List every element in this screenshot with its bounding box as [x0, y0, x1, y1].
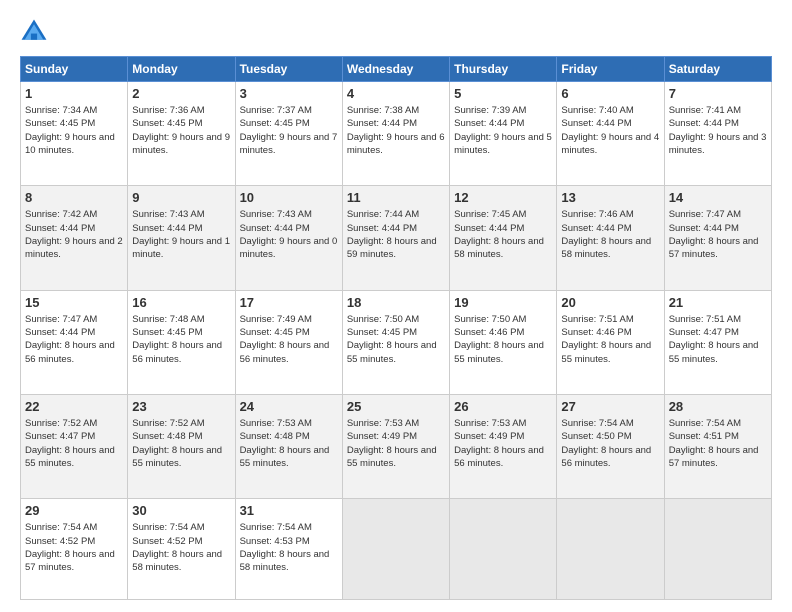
day-number: 20: [561, 294, 659, 312]
calendar-day-29: 29Sunrise: 7:54 AMSunset: 4:52 PMDayligh…: [21, 499, 128, 600]
day-number: 27: [561, 398, 659, 416]
calendar-day-30: 30Sunrise: 7:54 AMSunset: 4:52 PMDayligh…: [128, 499, 235, 600]
calendar-week-2: 8Sunrise: 7:42 AMSunset: 4:44 PMDaylight…: [21, 186, 772, 290]
calendar-day-19: 19Sunrise: 7:50 AMSunset: 4:46 PMDayligh…: [450, 290, 557, 394]
calendar-day-23: 23Sunrise: 7:52 AMSunset: 4:48 PMDayligh…: [128, 394, 235, 498]
calendar-day-24: 24Sunrise: 7:53 AMSunset: 4:48 PMDayligh…: [235, 394, 342, 498]
day-number: 24: [240, 398, 338, 416]
header: [20, 18, 772, 46]
calendar-day-15: 15Sunrise: 7:47 AMSunset: 4:44 PMDayligh…: [21, 290, 128, 394]
calendar-day-17: 17Sunrise: 7:49 AMSunset: 4:45 PMDayligh…: [235, 290, 342, 394]
calendar-week-5: 29Sunrise: 7:54 AMSunset: 4:52 PMDayligh…: [21, 499, 772, 600]
col-header-thursday: Thursday: [450, 57, 557, 82]
calendar-week-4: 22Sunrise: 7:52 AMSunset: 4:47 PMDayligh…: [21, 394, 772, 498]
day-number: 13: [561, 189, 659, 207]
day-number: 19: [454, 294, 552, 312]
day-number: 26: [454, 398, 552, 416]
calendar-day-18: 18Sunrise: 7:50 AMSunset: 4:45 PMDayligh…: [342, 290, 449, 394]
col-header-saturday: Saturday: [664, 57, 771, 82]
calendar-day-25: 25Sunrise: 7:53 AMSunset: 4:49 PMDayligh…: [342, 394, 449, 498]
day-number: 9: [132, 189, 230, 207]
day-number: 14: [669, 189, 767, 207]
calendar-day-6: 6Sunrise: 7:40 AMSunset: 4:44 PMDaylight…: [557, 82, 664, 186]
day-number: 2: [132, 85, 230, 103]
day-number: 11: [347, 189, 445, 207]
day-number: 22: [25, 398, 123, 416]
calendar-day-8: 8Sunrise: 7:42 AMSunset: 4:44 PMDaylight…: [21, 186, 128, 290]
day-number: 29: [25, 502, 123, 520]
day-number: 15: [25, 294, 123, 312]
calendar-day-1: 1Sunrise: 7:34 AMSunset: 4:45 PMDaylight…: [21, 82, 128, 186]
empty-cell: [557, 499, 664, 600]
col-header-friday: Friday: [557, 57, 664, 82]
empty-cell: [664, 499, 771, 600]
calendar-day-16: 16Sunrise: 7:48 AMSunset: 4:45 PMDayligh…: [128, 290, 235, 394]
calendar-day-4: 4Sunrise: 7:38 AMSunset: 4:44 PMDaylight…: [342, 82, 449, 186]
calendar-day-20: 20Sunrise: 7:51 AMSunset: 4:46 PMDayligh…: [557, 290, 664, 394]
calendar-day-5: 5Sunrise: 7:39 AMSunset: 4:44 PMDaylight…: [450, 82, 557, 186]
page: SundayMondayTuesdayWednesdayThursdayFrid…: [0, 0, 792, 612]
col-header-tuesday: Tuesday: [235, 57, 342, 82]
calendar-week-3: 15Sunrise: 7:47 AMSunset: 4:44 PMDayligh…: [21, 290, 772, 394]
calendar-day-3: 3Sunrise: 7:37 AMSunset: 4:45 PMDaylight…: [235, 82, 342, 186]
calendar-header-row: SundayMondayTuesdayWednesdayThursdayFrid…: [21, 57, 772, 82]
day-number: 12: [454, 189, 552, 207]
day-number: 1: [25, 85, 123, 103]
calendar-day-2: 2Sunrise: 7:36 AMSunset: 4:45 PMDaylight…: [128, 82, 235, 186]
day-number: 7: [669, 85, 767, 103]
day-number: 31: [240, 502, 338, 520]
day-number: 21: [669, 294, 767, 312]
calendar-day-11: 11Sunrise: 7:44 AMSunset: 4:44 PMDayligh…: [342, 186, 449, 290]
day-number: 30: [132, 502, 230, 520]
col-header-wednesday: Wednesday: [342, 57, 449, 82]
calendar-day-26: 26Sunrise: 7:53 AMSunset: 4:49 PMDayligh…: [450, 394, 557, 498]
day-number: 16: [132, 294, 230, 312]
empty-cell: [450, 499, 557, 600]
calendar-day-7: 7Sunrise: 7:41 AMSunset: 4:44 PMDaylight…: [664, 82, 771, 186]
calendar-day-22: 22Sunrise: 7:52 AMSunset: 4:47 PMDayligh…: [21, 394, 128, 498]
logo-icon: [20, 18, 48, 46]
day-number: 25: [347, 398, 445, 416]
calendar-day-27: 27Sunrise: 7:54 AMSunset: 4:50 PMDayligh…: [557, 394, 664, 498]
day-number: 6: [561, 85, 659, 103]
day-number: 17: [240, 294, 338, 312]
day-number: 5: [454, 85, 552, 103]
calendar-week-1: 1Sunrise: 7:34 AMSunset: 4:45 PMDaylight…: [21, 82, 772, 186]
calendar-day-12: 12Sunrise: 7:45 AMSunset: 4:44 PMDayligh…: [450, 186, 557, 290]
calendar-day-28: 28Sunrise: 7:54 AMSunset: 4:51 PMDayligh…: [664, 394, 771, 498]
calendar-day-31: 31Sunrise: 7:54 AMSunset: 4:53 PMDayligh…: [235, 499, 342, 600]
day-number: 8: [25, 189, 123, 207]
empty-cell: [342, 499, 449, 600]
calendar-day-10: 10Sunrise: 7:43 AMSunset: 4:44 PMDayligh…: [235, 186, 342, 290]
day-number: 28: [669, 398, 767, 416]
calendar-day-21: 21Sunrise: 7:51 AMSunset: 4:47 PMDayligh…: [664, 290, 771, 394]
calendar-table: SundayMondayTuesdayWednesdayThursdayFrid…: [20, 56, 772, 600]
day-number: 18: [347, 294, 445, 312]
day-number: 23: [132, 398, 230, 416]
col-header-sunday: Sunday: [21, 57, 128, 82]
calendar-day-14: 14Sunrise: 7:47 AMSunset: 4:44 PMDayligh…: [664, 186, 771, 290]
logo: [20, 18, 52, 46]
day-number: 10: [240, 189, 338, 207]
calendar-day-13: 13Sunrise: 7:46 AMSunset: 4:44 PMDayligh…: [557, 186, 664, 290]
day-number: 4: [347, 85, 445, 103]
calendar-day-9: 9Sunrise: 7:43 AMSunset: 4:44 PMDaylight…: [128, 186, 235, 290]
day-number: 3: [240, 85, 338, 103]
col-header-monday: Monday: [128, 57, 235, 82]
